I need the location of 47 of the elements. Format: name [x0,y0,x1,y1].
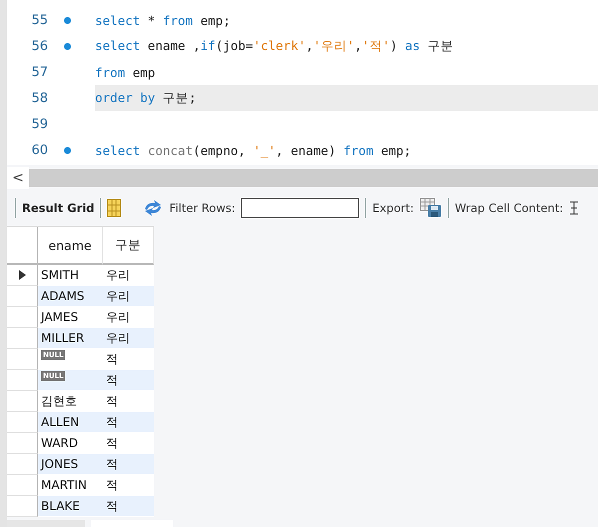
table-cell: 적 [106,434,118,452]
line-number: 57 [30,64,48,80]
row-header[interactable] [7,265,38,286]
table-cell: BLAKE [41,499,80,513]
filter-rows-field[interactable] [241,198,360,218]
table-cell: 적 [106,350,118,368]
table-cell: 우리 [106,288,130,304]
line-number: 59 [30,116,48,132]
table-cell: ADAMS [41,289,84,303]
table-cell: 우리 [106,266,130,284]
column-header[interactable]: ename [38,227,103,265]
table-cell: 적 [106,476,118,494]
table-cell: 적 [106,392,118,410]
line-number: 55 [30,12,48,28]
export-label: Export: [372,201,414,215]
scroll-left-button[interactable]: < [7,167,29,189]
table-cell: MILLER [41,331,84,345]
line-number: 58 [30,90,48,106]
horizontal-scrollbar[interactable] [29,169,598,187]
table-cell: 적 [106,372,118,388]
table-cell: JAMES [41,310,78,324]
code-line: order by 구분; [95,90,196,106]
table-cell: 적 [106,498,118,514]
grid-icon[interactable] [107,199,122,217]
table-cell: MARTIN [41,478,87,492]
code-line: select * from emp; [95,12,230,28]
table-cell: 김현호 [41,392,77,410]
refresh-icon[interactable] [143,200,164,216]
result-grid-label[interactable]: Result Grid [22,201,94,215]
table-cell: 적 [106,456,118,472]
line-number: 60 [30,142,48,158]
wrap-icon[interactable] [569,201,580,215]
table-cell: WARD [41,436,78,450]
code-line: select concat(empno, '_', ename) from emp; [95,142,412,158]
export-icon[interactable] [420,198,442,218]
table-cell: SMITH [41,268,79,282]
table-cell: 적 [106,414,118,430]
filter-rows-label: Filter Rows: [169,201,236,215]
column-header[interactable]: 구분 [103,227,154,265]
table-cell: JONES [41,457,78,471]
table-cell: 우리 [106,308,130,326]
table-cell: ALLEN [41,415,80,429]
table-cell: 우리 [106,330,130,346]
code-line: select ename ,if(job='clerk','우리','적') as 구분 [95,38,454,54]
code-line: from emp [95,64,156,80]
line-number: 56 [30,38,48,54]
wrap-cell-content-label: Wrap Cell Content: [454,201,564,215]
